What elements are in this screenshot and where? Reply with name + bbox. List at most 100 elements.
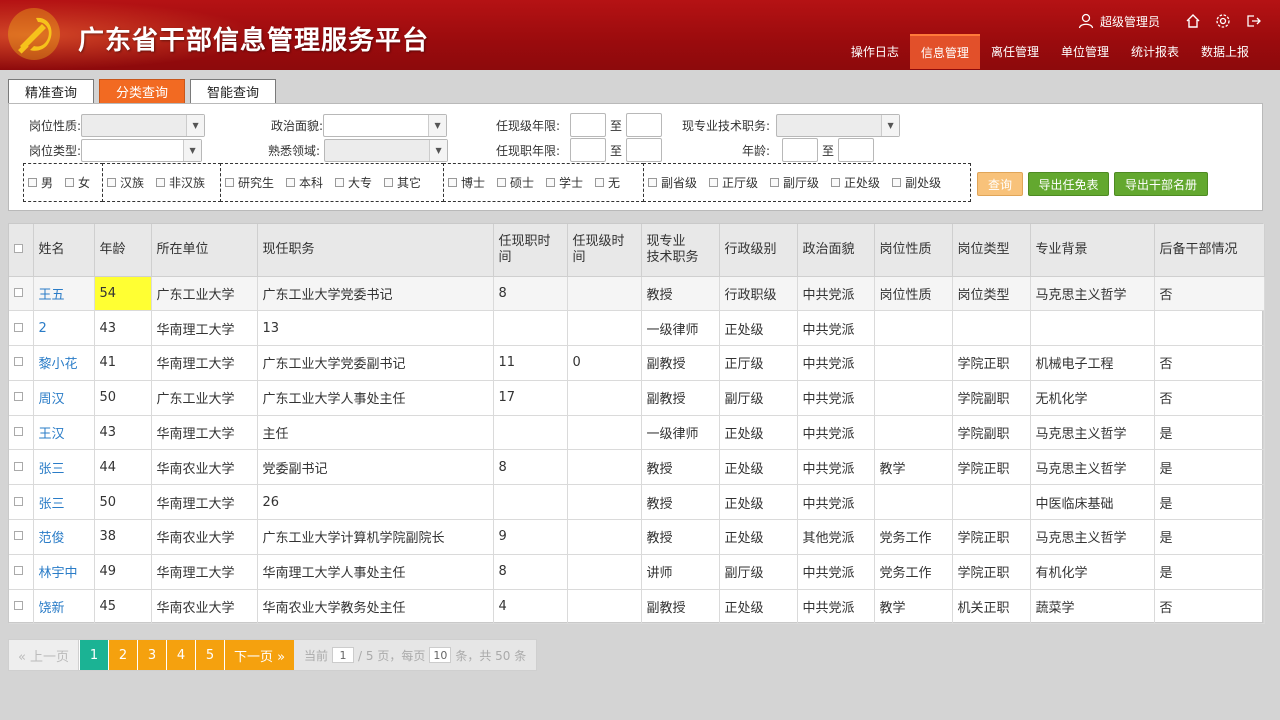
cell-name[interactable]: 饶新 (33, 589, 95, 625)
export-appointment-button[interactable]: 导出任免表 (1028, 172, 1109, 196)
tab-smart-query[interactable]: 智能查询 (190, 79, 276, 103)
row-checkbox[interactable] (9, 589, 34, 625)
gear-icon[interactable] (1212, 10, 1234, 32)
cur-post-years-from[interactable] (570, 138, 607, 162)
col-post-type[interactable]: 岗位类型 (952, 224, 1031, 277)
checkbox-bachelor-degree[interactable]: 学士 (546, 174, 583, 191)
checkbox-bureau[interactable]: 正厅级 (709, 174, 758, 191)
page-4-button[interactable]: 4 (166, 640, 195, 670)
cell-name[interactable]: 张三 (33, 449, 95, 486)
row-checkbox[interactable] (9, 276, 34, 312)
nav-resignation-management[interactable]: 离任管理 (980, 34, 1050, 69)
row-checkbox[interactable] (9, 380, 34, 416)
home-icon[interactable] (1182, 10, 1204, 32)
post-type-select[interactable]: ▼ (81, 139, 203, 162)
checkbox-vice-division[interactable]: 副处级 (892, 174, 941, 191)
select-all-checkbox[interactable] (9, 224, 34, 277)
checkbox-vice-bureau[interactable]: 副厅级 (770, 174, 819, 191)
table-row[interactable]: 张三 44 华南农业大学 党委副书记 8 教授 正处级 中共党派 教学 学院正职 马克思主义哲学是 (9, 449, 1265, 486)
col-tech-title[interactable]: 现专业 技术职务 (641, 224, 720, 277)
col-age[interactable]: 年龄 (94, 224, 152, 277)
col-name[interactable]: 姓名 (33, 224, 95, 277)
col-reserve[interactable]: 后备干部情况 (1154, 224, 1265, 277)
row-checkbox[interactable] (9, 345, 34, 381)
cell-name[interactable]: 黎小花 (33, 345, 95, 381)
table-row[interactable]: 2 43 华南理工大学 13 一级律师 正处级 中共党派 (9, 310, 1265, 347)
cell-reserve: 否 (1154, 380, 1265, 416)
prev-page-button[interactable]: « 上一页 (9, 640, 79, 670)
page-1-button[interactable]: 1 (79, 640, 108, 670)
col-admin-level[interactable]: 行政级别 (719, 224, 798, 277)
tech-title-select[interactable]: ▼ (776, 114, 901, 137)
checkbox-other-edu[interactable]: 其它 (384, 174, 421, 191)
page-2-button[interactable]: 2 (108, 640, 137, 670)
checkbox-graduate[interactable]: 研究生 (225, 174, 274, 191)
page-5-button[interactable]: 5 (195, 640, 224, 670)
checkbox-doctor[interactable]: 博士 (448, 174, 485, 191)
political-select[interactable]: ▼ (323, 114, 448, 137)
next-page-button[interactable]: 下一页 » (224, 640, 294, 670)
row-checkbox[interactable] (9, 415, 34, 451)
col-political[interactable]: 政治面貌 (797, 224, 875, 277)
age-from[interactable] (782, 138, 819, 162)
checkbox-male[interactable]: 男 (28, 174, 53, 191)
familiar-field-select[interactable]: ▼ (324, 139, 449, 162)
row-checkbox[interactable] (9, 310, 34, 347)
nav-statistics-reports[interactable]: 统计报表 (1120, 34, 1190, 69)
checkbox-han[interactable]: 汉族 (107, 174, 144, 191)
per-page-input[interactable]: 10 (429, 647, 452, 663)
cell-name[interactable]: 林宇中 (33, 554, 95, 590)
cell-name[interactable]: 王汉 (33, 415, 95, 451)
export-roster-button[interactable]: 导出干部名册 (1114, 172, 1208, 196)
table-row[interactable]: 林宇中 49 华南理工大学 华南理工大学人事处主任 8 讲师 副厅级 中共党派 党务工作 学院正职… (9, 554, 1265, 590)
cell-name[interactable]: 范俊 (33, 519, 95, 555)
cur-level-years-from[interactable] (570, 113, 607, 137)
cur-post-years-to[interactable] (626, 138, 663, 162)
query-button[interactable]: 查询 (977, 172, 1023, 196)
logout-icon[interactable] (1242, 10, 1264, 32)
row-checkbox[interactable] (9, 484, 34, 521)
age-to[interactable] (838, 138, 875, 162)
table-row[interactable]: 黎小花 41 华南理工大学 广东工业大学党委副书记 11 0 副教授 正厅级 中共党派 学院正职机… (9, 345, 1265, 381)
cell-name[interactable]: 周汉 (33, 380, 95, 416)
row-checkbox[interactable] (9, 554, 34, 590)
row-checkbox[interactable] (9, 519, 34, 555)
nav-data-report[interactable]: 数据上报 (1190, 34, 1260, 69)
row-checkbox[interactable] (9, 449, 34, 486)
cell-name[interactable]: 张三 (33, 484, 95, 521)
page-3-button[interactable]: 3 (137, 640, 166, 670)
current-page-input[interactable]: 1 (332, 647, 355, 663)
cell-tech-title: 一级律师 (641, 310, 720, 347)
table-row[interactable]: 张三 50 华南理工大学 26 教授 正处级 中共党派 中医临床基础是 (9, 484, 1265, 521)
checkbox-bachelor[interactable]: 本科 (286, 174, 323, 191)
nav-info-management[interactable]: 信息管理 (909, 34, 980, 69)
checkbox-no-degree[interactable]: 无 (595, 174, 620, 191)
table-row[interactable]: 王汉 43 华南理工大学 主任 一级律师 正处级 中共党派 学院副职 马克思主义哲学是 (9, 415, 1265, 451)
col-unit[interactable]: 所在单位 (151, 224, 258, 277)
cell-name[interactable]: 2 (33, 310, 95, 347)
cell-reserve: 是 (1154, 449, 1265, 486)
username[interactable]: 超级管理员 (1100, 13, 1160, 30)
checkbox-master[interactable]: 硕士 (497, 174, 534, 191)
table-row[interactable]: 范俊 38 华南农业大学 广东工业大学计算机学院副院长 9 教授 正处级 其他党派 党务工作 学院… (9, 519, 1265, 555)
table-row[interactable]: 饶新 45 华南农业大学 华南农业大学教务处主任 4 副教授 正处级 中共党派 教学 机关正职 蔬菜… (9, 589, 1265, 625)
col-level-time[interactable]: 任现级时间 (567, 224, 642, 277)
checkbox-female[interactable]: 女 (65, 174, 90, 191)
checkbox-non-han[interactable]: 非汉族 (156, 174, 205, 191)
nav-unit-management[interactable]: 单位管理 (1050, 34, 1120, 69)
tab-precise-query[interactable]: 精准查询 (8, 79, 94, 103)
cur-level-years-to[interactable] (626, 113, 663, 137)
checkbox-college[interactable]: 大专 (335, 174, 372, 191)
col-major[interactable]: 专业背景 (1030, 224, 1155, 277)
col-post-time[interactable]: 任现职时间 (493, 224, 568, 277)
nav-operation-log[interactable]: 操作日志 (840, 34, 910, 69)
tab-category-query[interactable]: 分类查询 (99, 79, 185, 103)
checkbox-vice-provincial[interactable]: 副省级 (648, 174, 697, 191)
col-post-nature[interactable]: 岗位性质 (874, 224, 953, 277)
table-row[interactable]: 周汉 50 广东工业大学 广东工业大学人事处主任 17 副教授 副厅级 中共党派 学院副职 无机化… (9, 380, 1265, 416)
cell-name[interactable]: 王五 (33, 276, 95, 312)
col-current-post[interactable]: 现任职务 (257, 224, 494, 277)
checkbox-division[interactable]: 正处级 (831, 174, 880, 191)
table-row[interactable]: 王五 54 广东工业大学 广东工业大学党委书记 8 教授 行政职级 中共党派 岗位性质 岗位类型马… (9, 276, 1265, 312)
post-nature-select[interactable]: ▼ (81, 114, 206, 137)
